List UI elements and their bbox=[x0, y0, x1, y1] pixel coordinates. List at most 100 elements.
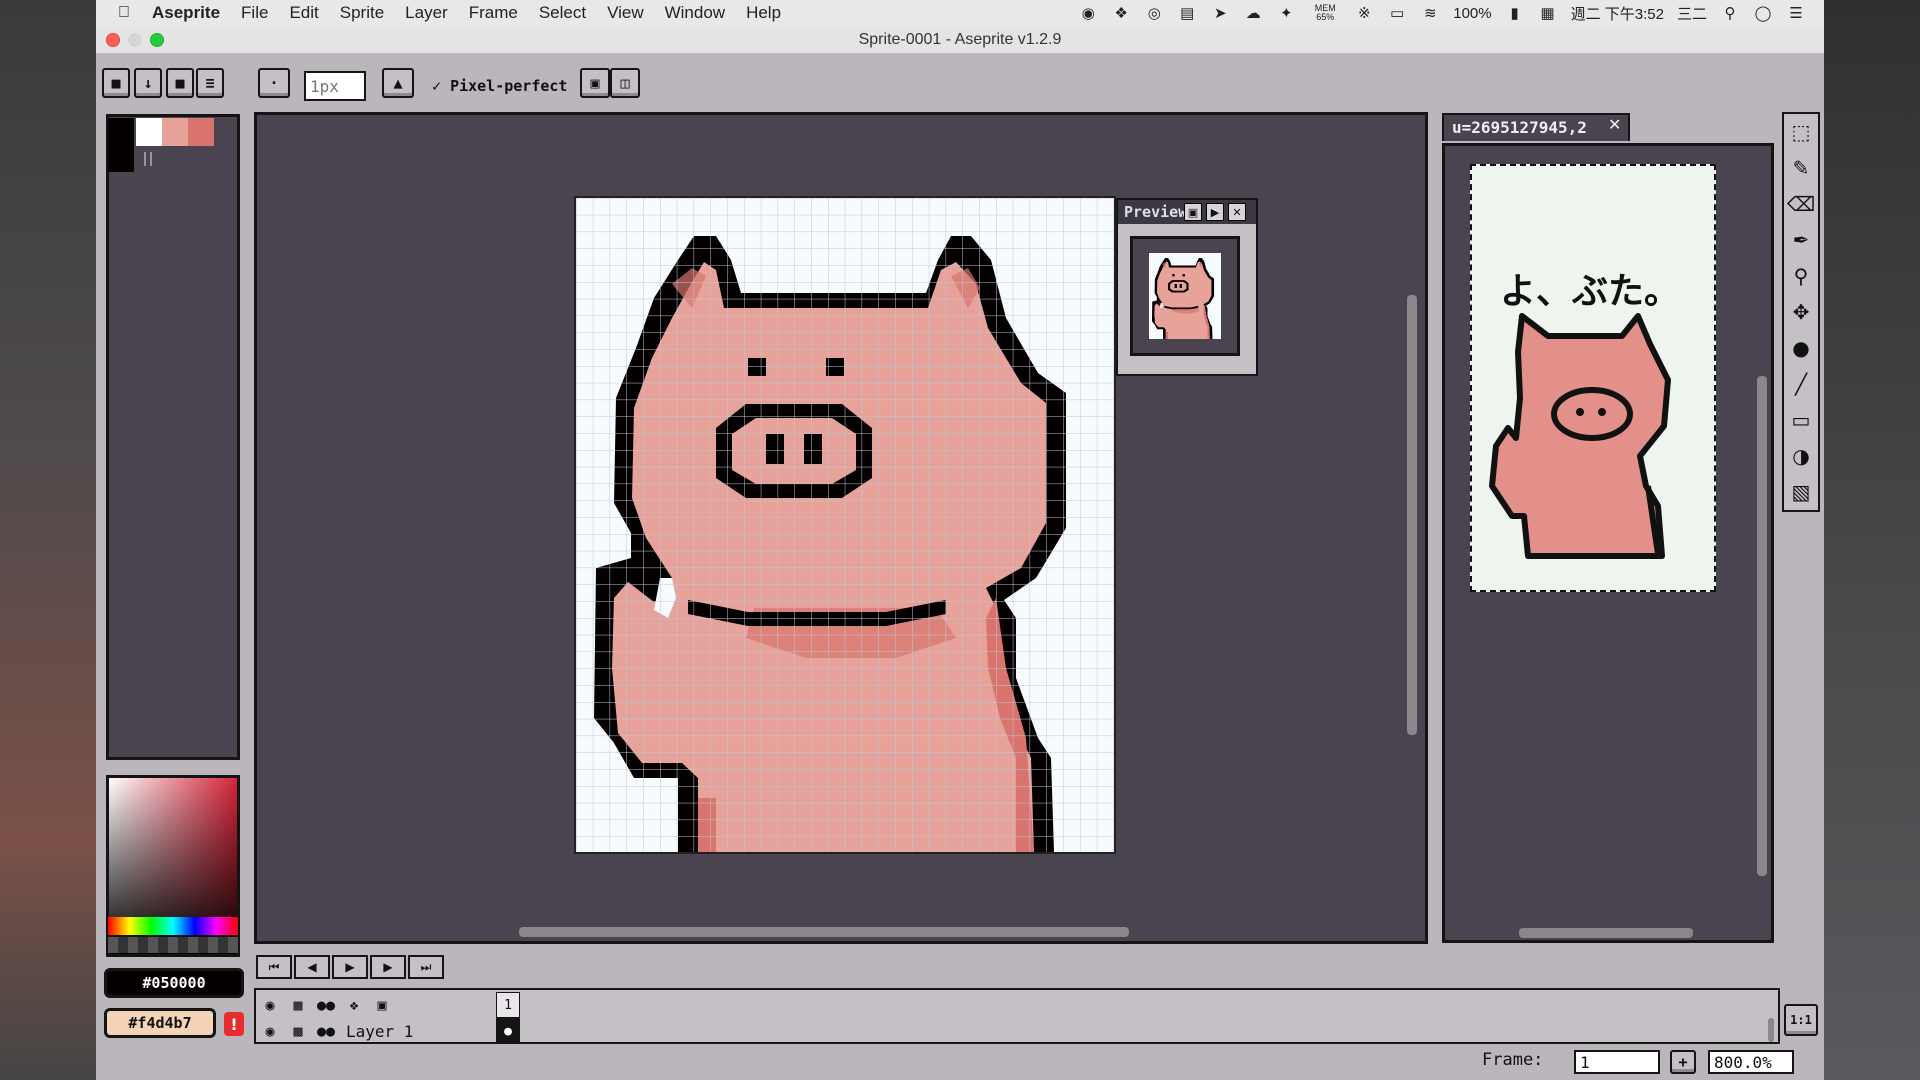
next-frame-icon[interactable]: ▶ bbox=[370, 955, 406, 979]
zoom-tool-icon[interactable]: ⚲ bbox=[1786, 260, 1816, 292]
timeline-header: ◉ ▩ ●● ❖ ▣ bbox=[256, 992, 496, 1018]
menu-app[interactable]: Aseprite bbox=[152, 3, 220, 23]
editor-hscrollbar[interactable] bbox=[519, 927, 1129, 937]
menu-help[interactable]: Help bbox=[746, 3, 781, 23]
preview-play-icon[interactable]: ▶ bbox=[1206, 203, 1224, 221]
desktop-left bbox=[0, 0, 96, 1080]
zoom-1to1-icon[interactable]: 1:1 bbox=[1784, 1004, 1818, 1036]
visibility-header-icon[interactable]: ◉ bbox=[256, 996, 284, 1014]
sync-icon[interactable]: ◎ bbox=[1144, 5, 1164, 22]
tools-panel: ⬚ ✎ ⌫ ✒ ⚲ ✥ ● ╱ ▭ ◑ ▧ bbox=[1782, 112, 1820, 512]
siri-icon[interactable]: ◯ bbox=[1753, 5, 1773, 22]
add-frame-icon[interactable]: + bbox=[1670, 1050, 1696, 1074]
menu-file[interactable]: File bbox=[241, 3, 268, 23]
warning-icon[interactable]: ! bbox=[224, 1012, 244, 1036]
pixel-perfect-checkbox[interactable]: ✓ Pixel-perfect bbox=[432, 77, 567, 95]
editor-vscrollbar[interactable] bbox=[1407, 295, 1417, 735]
alpha-slider[interactable] bbox=[108, 937, 238, 953]
app-icon[interactable]: ✦ bbox=[1276, 5, 1296, 22]
frame-header[interactable]: 1 bbox=[496, 992, 520, 1018]
paint-bucket-icon[interactable]: ● bbox=[1786, 332, 1816, 364]
ref-hscrollbar[interactable] bbox=[1519, 928, 1693, 938]
record-icon[interactable]: ◉ bbox=[1078, 5, 1098, 22]
preview-mode-icon[interactable]: ▣ bbox=[1184, 203, 1202, 221]
clock[interactable]: 週二 下午3:52 bbox=[1571, 3, 1664, 24]
onion-skin-icon[interactable]: ❖ bbox=[340, 996, 368, 1014]
eyedropper-tool-icon[interactable]: ✒ bbox=[1786, 224, 1816, 256]
preview-window[interactable]: Preview ▣ ▶ ✕ bbox=[1116, 198, 1258, 376]
first-frame-icon[interactable]: ⏮ bbox=[256, 955, 292, 979]
menu-frame[interactable]: Frame bbox=[469, 3, 518, 23]
dropbox-icon[interactable]: ❖ bbox=[1111, 5, 1131, 22]
layer-continuous-icon[interactable]: ●● bbox=[312, 1022, 340, 1040]
brush-type-icon[interactable]: · bbox=[258, 68, 290, 98]
memory-indicator[interactable]: MEM 65% bbox=[1309, 4, 1341, 22]
bg-color-hex[interactable]: #f4d4b7 bbox=[104, 1008, 216, 1038]
menu-select[interactable]: Select bbox=[539, 3, 586, 23]
input-source[interactable]: 三二 bbox=[1677, 3, 1707, 24]
link-cels-icon[interactable]: ▣ bbox=[368, 996, 396, 1014]
tab-close-icon[interactable]: ✕ bbox=[1608, 115, 1621, 134]
bluetooth-icon[interactable]: ※ bbox=[1354, 5, 1374, 22]
continuous-header-icon[interactable]: ●● bbox=[312, 996, 340, 1014]
palette-swatch-skin[interactable] bbox=[162, 118, 188, 146]
contour-tool-icon[interactable]: ◑ bbox=[1786, 440, 1816, 472]
hue-slider[interactable] bbox=[108, 917, 238, 935]
menubar:  Aseprite File Edit Sprite Layer Frame … bbox=[96, 0, 1824, 26]
frame-number-input[interactable]: 1 bbox=[1574, 1050, 1660, 1074]
prev-frame-icon[interactable]: ◀ bbox=[294, 955, 330, 979]
layer-row[interactable]: ◉ ▩ ●● Layer 1 bbox=[256, 1018, 496, 1044]
palette-swatch-shadow[interactable] bbox=[188, 118, 214, 146]
merge-down-icon[interactable]: ↓ bbox=[134, 68, 162, 98]
brush-size-input[interactable] bbox=[304, 71, 366, 101]
menu-lines-icon[interactable]: ≡ bbox=[196, 68, 224, 98]
menu-view[interactable]: View bbox=[607, 3, 644, 23]
drive-icon[interactable]: ▤ bbox=[1177, 5, 1197, 22]
fg-color-hex[interactable]: #050000 bbox=[104, 968, 244, 998]
cloud-icon[interactable]: ☁ bbox=[1243, 5, 1263, 22]
zoom-input[interactable]: 800.0% bbox=[1708, 1050, 1794, 1074]
menu-sprite[interactable]: Sprite bbox=[340, 3, 384, 23]
battery-icon[interactable]: ▮ bbox=[1505, 5, 1525, 22]
preview-close-icon[interactable]: ✕ bbox=[1228, 203, 1246, 221]
ink-bucket-icon[interactable]: ▲ bbox=[382, 68, 414, 98]
bg-color-swatch[interactable] bbox=[108, 146, 134, 172]
menu-edit[interactable]: Edit bbox=[289, 3, 318, 23]
lock-header-icon[interactable]: ▩ bbox=[284, 996, 312, 1014]
palette-resize-icon[interactable] bbox=[144, 152, 152, 166]
eraser-tool-icon[interactable]: ⌫ bbox=[1786, 188, 1816, 220]
reference-tab[interactable]: u=2695127945,2 bbox=[1442, 113, 1630, 141]
layer-lock-icon[interactable]: ▩ bbox=[284, 1022, 312, 1040]
timeline-scrollbar[interactable] bbox=[1768, 1018, 1774, 1042]
lock-alpha-icon[interactable]: ■ bbox=[102, 68, 130, 98]
rectangle-tool-icon[interactable]: ▭ bbox=[1786, 404, 1816, 436]
sprite-canvas[interactable] bbox=[574, 196, 1116, 854]
input-method-icon[interactable]: ▦ bbox=[1538, 5, 1558, 22]
menu-layer[interactable]: Layer bbox=[405, 3, 448, 23]
notification-center-icon[interactable]: ☰ bbox=[1786, 5, 1806, 22]
layer-visible-icon[interactable]: ◉ bbox=[256, 1022, 284, 1040]
pencil-tool-icon[interactable]: ✎ bbox=[1786, 152, 1816, 184]
preview-pig-icon bbox=[1151, 257, 1215, 339]
menu-window[interactable]: Window bbox=[665, 3, 725, 23]
move-tool-icon[interactable]: ✥ bbox=[1786, 296, 1816, 328]
fg-color-swatch[interactable] bbox=[108, 118, 134, 146]
cel-filled-icon[interactable]: ● bbox=[496, 1018, 520, 1044]
last-frame-icon[interactable]: ⏭ bbox=[408, 955, 444, 979]
brush-pattern-icon[interactable]: ◫ bbox=[610, 68, 640, 98]
apple-icon[interactable]:  bbox=[118, 4, 138, 22]
palette-swatch-white[interactable] bbox=[136, 118, 162, 146]
ref-vscrollbar[interactable] bbox=[1757, 376, 1767, 876]
reference-image: よ、ぶた。 bbox=[1470, 164, 1716, 592]
play-icon[interactable]: ▶ bbox=[332, 955, 368, 979]
search-icon[interactable]: ⚲ bbox=[1720, 5, 1740, 22]
window-title: Sprite-0001 - Aseprite v1.2.9 bbox=[858, 31, 1062, 48]
blur-tool-icon[interactable]: ▧ bbox=[1786, 476, 1816, 508]
symmetry-icon[interactable]: ▣ bbox=[580, 68, 610, 98]
wifi-icon[interactable]: ≋ bbox=[1420, 5, 1440, 22]
send-icon[interactable]: ➤ bbox=[1210, 5, 1230, 22]
display-icon[interactable]: ▭ bbox=[1387, 5, 1407, 22]
marquee-tool-icon[interactable]: ⬚ bbox=[1786, 116, 1816, 148]
line-tool-icon[interactable]: ╱ bbox=[1786, 368, 1816, 400]
blend-mode-icon[interactable]: ■ bbox=[166, 68, 194, 98]
